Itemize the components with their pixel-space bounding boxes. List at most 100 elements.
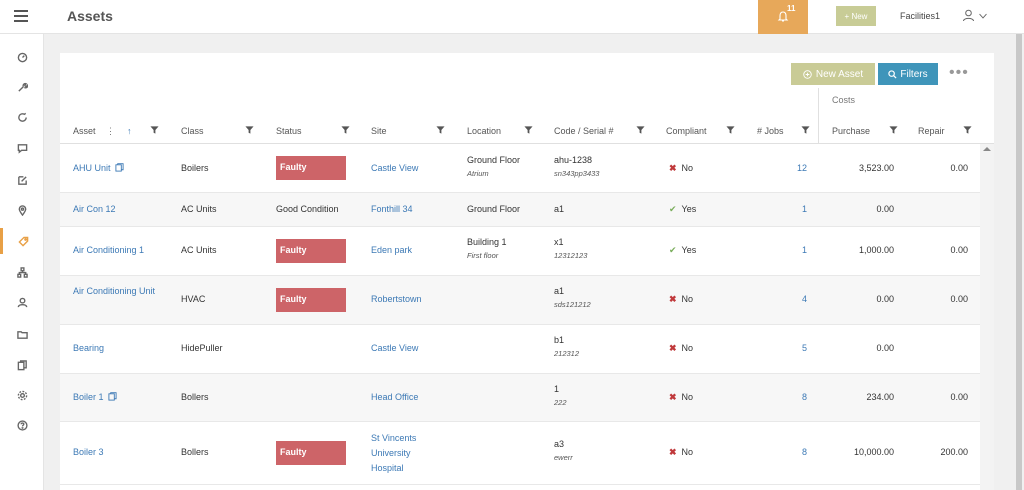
left-sidebar [0, 34, 44, 490]
asset-name-link[interactable]: Air Conditioning 1 [73, 244, 144, 257]
location-name: Building 1 [467, 237, 507, 247]
table-row[interactable]: AHU Unit Boilers Faulty Castle View Grou… [60, 144, 980, 193]
sidebar-item-jobs[interactable] [0, 74, 44, 100]
asset-name-link[interactable]: Boiler 3 [73, 446, 104, 459]
column-header-jobs[interactable]: # Jobs [757, 124, 784, 138]
asset-class: Bollers [181, 392, 209, 402]
column-header-compliant[interactable]: Compliant [666, 124, 707, 138]
filter-icon-purchase[interactable] [889, 125, 898, 135]
purchase-cost: 0.00 [876, 343, 894, 353]
hamburger-menu-icon[interactable] [14, 10, 28, 22]
column-label-asset: Asset [73, 126, 96, 136]
costs-divider [818, 88, 819, 143]
column-label-jobs: # Jobs [757, 126, 784, 136]
site-link[interactable]: St Vincents University Hospital [371, 431, 441, 476]
sidebar-item-sites[interactable] [0, 197, 44, 223]
column-header-status[interactable]: Status [276, 124, 302, 138]
sidebar-item-help[interactable] [0, 412, 44, 438]
filter-icon-compliant[interactable] [726, 125, 735, 135]
status-badge: Faulty [276, 441, 346, 465]
documents-icon [17, 359, 27, 370]
filter-icon-class[interactable] [245, 125, 254, 135]
column-header-location[interactable]: Location [467, 124, 501, 138]
sidebar-item-settings[interactable] [0, 382, 44, 408]
filter-icon-code[interactable] [636, 125, 645, 135]
new-button[interactable]: + New [836, 6, 876, 26]
table-row[interactable]: Air Conditioning Unit HVAC Faulty Robert… [60, 276, 980, 325]
column-header-repair[interactable]: Repair [918, 124, 945, 138]
new-asset-label: New Asset [815, 68, 864, 80]
asset-name-link[interactable]: AHU Unit [73, 162, 124, 175]
column-header-site[interactable]: Site [371, 124, 387, 138]
asset-name-link[interactable]: Boiler 1 [73, 391, 117, 404]
user-menu[interactable] [962, 9, 988, 22]
column-header-code[interactable]: Code / Serial # [554, 124, 614, 138]
jobs-count-link[interactable]: 8 [757, 446, 807, 459]
table-row[interactable]: Bearing HidePuller Castle View b1 212312 … [60, 325, 980, 374]
asset-class: Boilers [181, 163, 209, 173]
filter-icon-repair[interactable] [963, 125, 972, 135]
serial-number: 12312123 [554, 251, 588, 260]
table-row[interactable]: Boiler 1 Bollers Head Office 1 222 ✖ No 8 … [60, 374, 980, 422]
asset-code: a3 [554, 439, 565, 449]
cross-icon: ✖ [669, 392, 677, 402]
column-header-purchase[interactable]: Purchase [832, 124, 870, 138]
site-link[interactable]: Castle View [371, 342, 418, 355]
table-scrollbar[interactable] [980, 144, 994, 490]
table-row[interactable]: Air Con 12 AC Units Good Condition Fonth… [60, 193, 980, 227]
sidebar-item-contacts[interactable] [0, 289, 44, 315]
site-link[interactable]: Castle View [371, 162, 418, 175]
document-icon[interactable] [107, 392, 117, 401]
notifications-button[interactable]: 11 [758, 0, 808, 34]
jobs-count-link[interactable]: 12 [757, 162, 807, 175]
sidebar-item-messages[interactable] [0, 135, 44, 161]
page-scrollbar[interactable] [1014, 34, 1024, 490]
sidebar-item-assets[interactable] [0, 228, 44, 254]
scroll-up-arrow-icon[interactable] [983, 147, 991, 151]
asset-name-link[interactable]: Air Con 12 [73, 203, 116, 216]
status-text: Good Condition [276, 204, 339, 214]
filter-icon-jobs[interactable] [801, 125, 810, 135]
site-link[interactable]: Robertstown [371, 293, 422, 306]
column-header-class[interactable]: Class [181, 124, 204, 138]
filter-icon-asset[interactable] [150, 125, 159, 135]
sort-ascending-icon[interactable]: ↑ [127, 124, 132, 138]
sidebar-item-dashboard[interactable] [0, 44, 44, 70]
sidebar-item-refresh[interactable] [0, 104, 44, 130]
page-scrollbar-thumb[interactable] [1016, 34, 1022, 490]
cross-icon: ✖ [669, 163, 677, 173]
jobs-count-link[interactable]: 1 [757, 244, 807, 257]
column-menu-icon[interactable]: ⋮ [106, 124, 115, 138]
table-row[interactable]: Boiler 3 Bollers Faulty St Vincents Univ… [60, 422, 980, 485]
filter-icon-status[interactable] [341, 125, 350, 135]
site-link[interactable]: Fonthill 34 [371, 203, 413, 216]
column-label-location: Location [467, 126, 502, 136]
sidebar-item-forms[interactable] [0, 167, 44, 193]
more-options-icon[interactable]: ••• [949, 65, 969, 81]
user-icon [963, 9, 974, 22]
sidebar-item-documents[interactable] [0, 352, 44, 378]
sidebar-item-files[interactable] [0, 321, 44, 347]
status-badge: Faulty [276, 156, 346, 180]
new-asset-button[interactable]: New Asset [791, 63, 875, 85]
site-link[interactable]: Eden park [371, 244, 412, 257]
site-link[interactable]: Head Office [371, 391, 418, 404]
jobs-count-link[interactable]: 8 [757, 391, 807, 404]
jobs-count-link[interactable]: 4 [757, 293, 807, 306]
table-row[interactable]: Air Conditioning 1 AC Units Faulty Eden … [60, 227, 980, 276]
jobs-count-link[interactable]: 5 [757, 342, 807, 355]
document-icon[interactable] [114, 163, 124, 172]
sidebar-item-hierarchy[interactable] [0, 259, 44, 285]
check-icon: ✔ [669, 204, 677, 214]
filters-button[interactable]: Filters [878, 63, 938, 85]
jobs-count-link[interactable]: 1 [757, 203, 807, 216]
asset-name-link[interactable]: Bearing [73, 342, 104, 355]
repair-cost: 0.00 [950, 163, 968, 173]
filter-icon-location[interactable] [524, 125, 533, 135]
page-title: Assets [67, 8, 113, 24]
compliant-value: No [681, 294, 694, 304]
column-header-asset[interactable]: Asset [73, 124, 96, 138]
filter-icon-site[interactable] [436, 125, 445, 135]
compliant-cell: ✖ No [669, 446, 693, 459]
asset-name-link[interactable]: Air Conditioning Unit [73, 285, 168, 298]
